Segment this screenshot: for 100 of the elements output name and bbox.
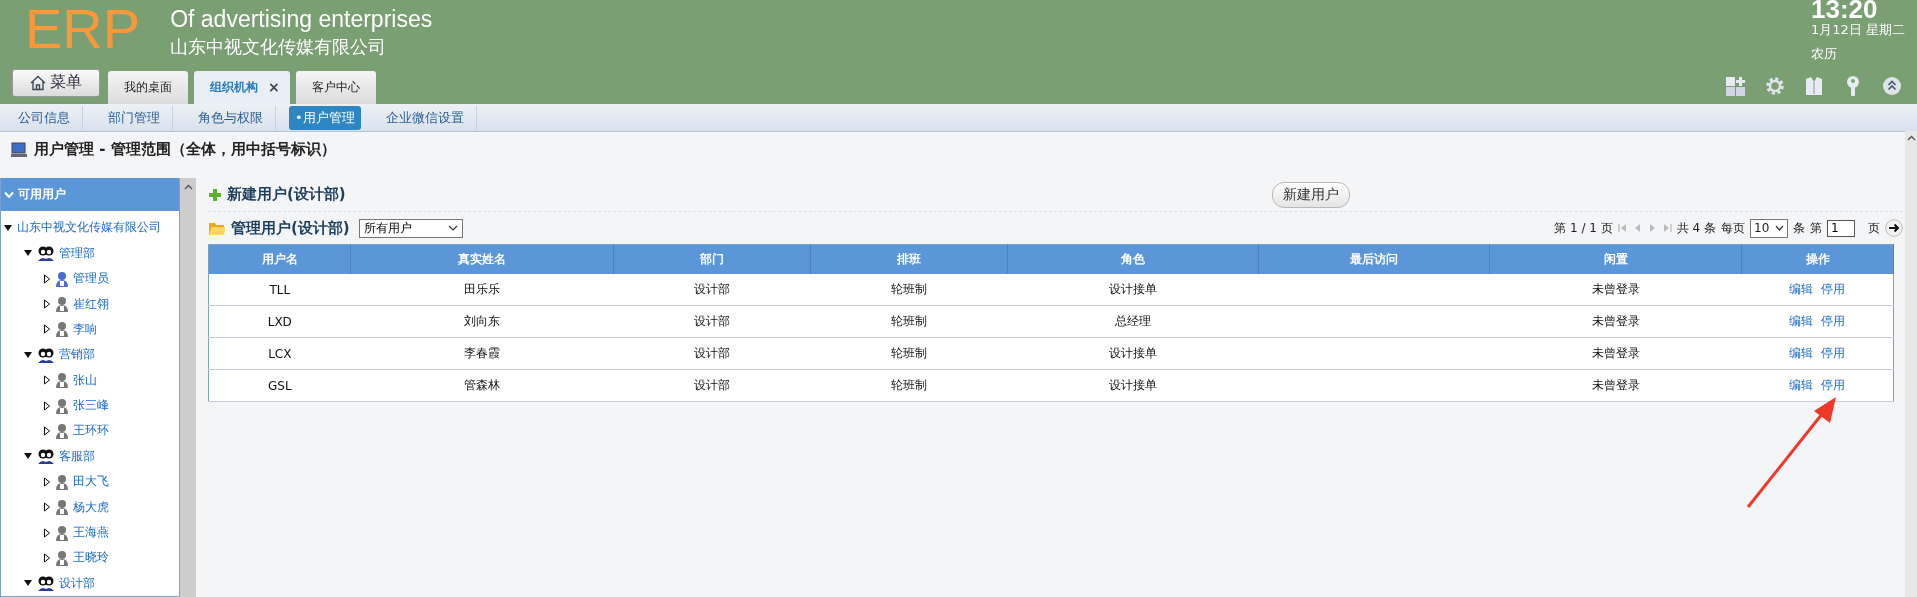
user-icon [55, 372, 69, 389]
tree-item[interactable]: 山东中视文化传媒有限公司 [17, 219, 161, 237]
menu-button[interactable]: 菜单 [12, 68, 100, 97]
user-icon [55, 321, 69, 338]
people-group-icon [37, 448, 55, 465]
table-cell: GSL [208, 369, 351, 402]
user-icon [55, 397, 69, 414]
table-cell: 刘向东 [350, 305, 614, 338]
new-user-button[interactable]: 新建用户 [1272, 182, 1350, 209]
tab[interactable]: 我的桌面 [108, 70, 188, 104]
people-group-icon [37, 346, 55, 363]
table-cell: 管森林 [350, 369, 614, 402]
column-header: 最后访问 [1258, 244, 1490, 275]
per-page-dropdown[interactable]: 10 [1750, 218, 1788, 238]
expanded-triangle-icon[interactable] [23, 350, 33, 359]
table-cell: 设计接单 [1007, 337, 1259, 370]
expanded-triangle-icon[interactable] [23, 452, 33, 461]
tree-item[interactable]: 田大飞 [73, 473, 109, 491]
tree-item[interactable]: 崔红翎 [73, 295, 109, 313]
sub-nav-item[interactable]: 部门管理 [96, 105, 173, 130]
table-cell: 未曾登录 [1489, 274, 1742, 306]
close-tab-icon[interactable]: × [268, 79, 280, 96]
sub-nav-item[interactable]: 企业微信设置 [373, 105, 477, 130]
tree-item[interactable]: 王晓玲 [73, 549, 109, 567]
collapsed-triangle-icon[interactable] [43, 476, 51, 487]
column-header: 闲置 [1489, 244, 1742, 275]
table-cell: 轮班制 [810, 274, 1008, 306]
collapsed-triangle-icon[interactable] [43, 273, 51, 284]
section-heading: 管理用户(设计部) [231, 218, 350, 238]
expanded-triangle-icon[interactable] [23, 579, 33, 588]
collapsed-triangle-icon[interactable] [43, 400, 51, 411]
table-cell: 李春霞 [350, 337, 614, 370]
tree-item[interactable]: 营销部 [59, 346, 95, 364]
action-link[interactable]: 停用 [1817, 377, 1850, 395]
action-link[interactable]: 编辑 [1785, 313, 1818, 331]
logo-text: ERP [25, 0, 141, 62]
table-cell: LCX [208, 337, 351, 370]
collapsed-triangle-icon[interactable] [43, 299, 51, 309]
tree-item[interactable]: 王环环 [73, 422, 109, 440]
user-icon [55, 524, 69, 541]
action-link[interactable]: 停用 [1817, 313, 1850, 331]
user-icon [55, 422, 69, 439]
table-cell: 设计接单 [1007, 369, 1259, 402]
table-cell: 轮班制 [810, 305, 1008, 338]
collapsed-triangle-icon[interactable] [43, 502, 51, 513]
user-icon [55, 549, 69, 566]
tab[interactable]: 组织机构 × [194, 70, 290, 104]
tree-item[interactable]: 张山 [73, 371, 97, 389]
action-link[interactable]: 编辑 [1785, 281, 1818, 299]
table-cell: LXD [208, 305, 351, 338]
table-cell: 轮班制 [810, 369, 1008, 402]
tree-item[interactable]: 张三峰 [73, 397, 109, 415]
lunar-calendar-link[interactable]: 农历 [1811, 42, 1911, 66]
collapsed-triangle-icon[interactable] [43, 527, 51, 538]
column-header: 操作 [1741, 244, 1894, 275]
collapsed-triangle-icon[interactable] [43, 552, 51, 563]
scrollbar[interactable] [1905, 131, 1917, 597]
goto-label: 第 [1810, 219, 1822, 237]
tree-item[interactable]: 李响 [73, 320, 97, 338]
action-link[interactable]: 停用 [1817, 345, 1850, 363]
table-cell: 未曾登录 [1489, 337, 1742, 370]
table-cell: 设计部 [613, 274, 811, 306]
user-icon [55, 296, 69, 312]
tree-item[interactable]: 杨大虎 [73, 498, 109, 516]
table-cell: 田乐乐 [350, 274, 614, 306]
company-name: 山东中视文化传媒有限公司 [170, 35, 388, 59]
tree-item[interactable]: 管理员 [73, 270, 109, 288]
sub-nav-item[interactable]: 角色与权限 [186, 105, 276, 130]
collapsed-triangle-icon[interactable] [43, 425, 51, 436]
chevron-down-icon [447, 225, 458, 232]
sidebar-header[interactable]: 可用用户 [1, 178, 179, 212]
action-link[interactable]: 编辑 [1785, 345, 1818, 363]
column-header: 用户名 [208, 244, 351, 275]
people-group-icon [37, 245, 55, 262]
page-number-field[interactable]: 1 [1827, 219, 1855, 237]
scroll-up-icon[interactable] [1906, 135, 1916, 142]
filter-dropdown[interactable]: 所有用户 [358, 218, 463, 238]
people-group-icon [37, 575, 55, 592]
scrollbar[interactable] [180, 178, 196, 597]
section-heading: 新建用户(设计部) [227, 185, 346, 205]
tree-item[interactable]: 王海燕 [73, 524, 109, 541]
expanded-triangle-icon[interactable] [3, 223, 13, 232]
tree-item[interactable]: 客服部 [59, 447, 95, 465]
tree-item[interactable]: 管理部 [59, 244, 95, 262]
tab[interactable]: 客户中心 [295, 70, 376, 104]
action-link[interactable]: 编辑 [1785, 377, 1818, 395]
expanded-triangle-icon[interactable] [23, 249, 33, 258]
table-cell: 轮班制 [810, 337, 1008, 370]
sub-nav-item[interactable]: 公司信息 [6, 105, 83, 130]
collapsed-triangle-icon[interactable] [43, 375, 51, 386]
collapsed-triangle-icon[interactable] [43, 324, 51, 335]
app-subtitle: Of advertising enterprises [170, 6, 433, 33]
sub-nav-item[interactable]: •用户管理 [289, 105, 361, 130]
collapse-icon[interactable] [1881, 74, 1903, 97]
column-header: 角色 [1007, 244, 1259, 275]
folder-icon [208, 220, 226, 236]
action-link[interactable]: 停用 [1817, 281, 1850, 299]
tree-item[interactable]: 设计部 [59, 574, 95, 592]
scroll-up-icon[interactable] [183, 184, 193, 191]
computer-icon [10, 141, 28, 158]
